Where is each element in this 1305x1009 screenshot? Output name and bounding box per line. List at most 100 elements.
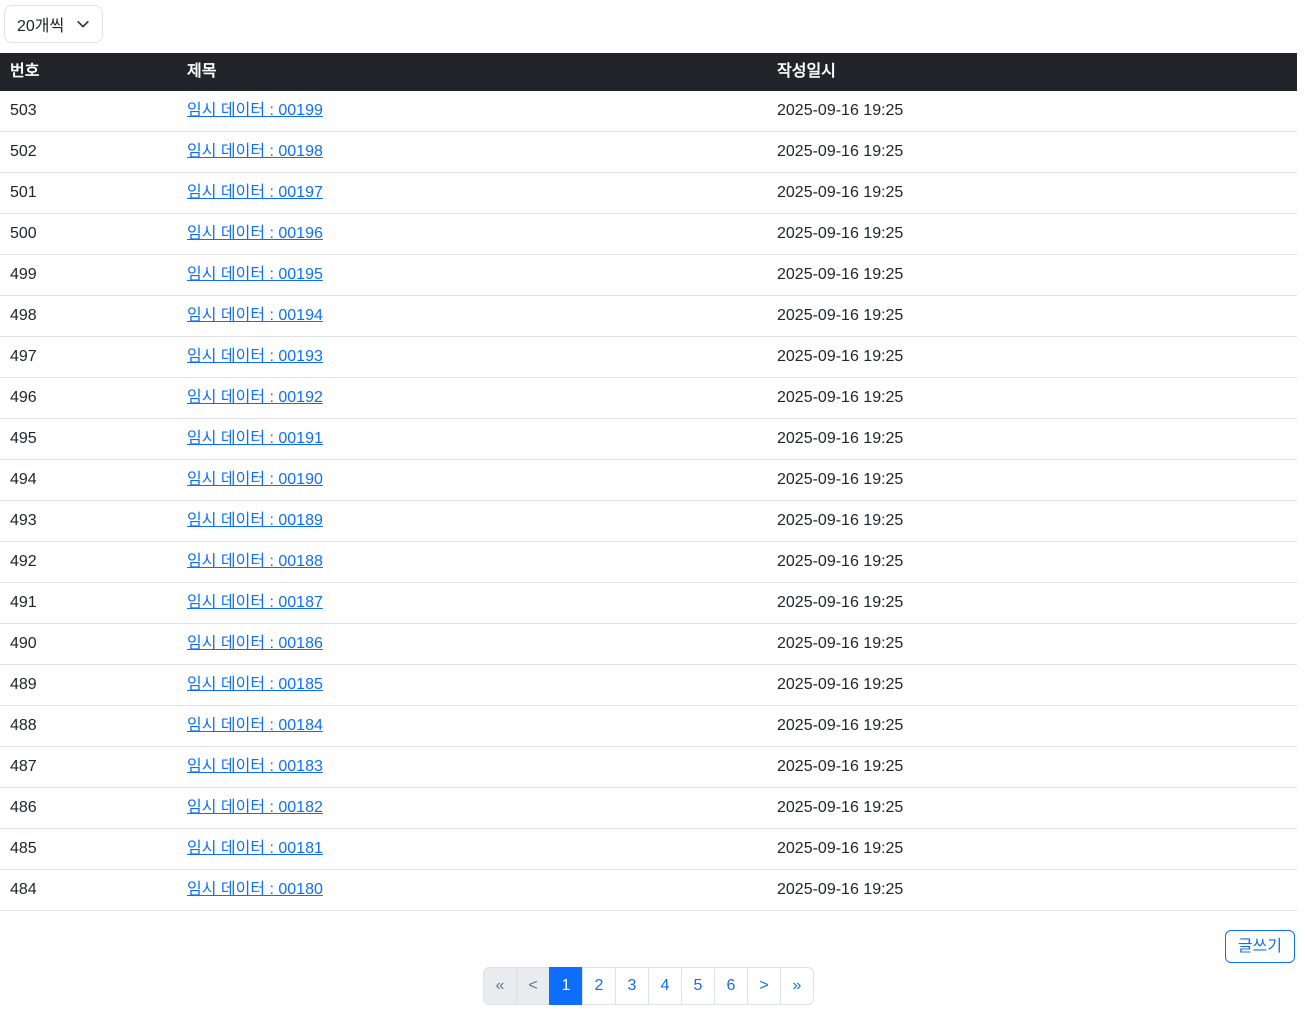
row-title-cell: 임시 데이터 : 00193 <box>177 336 767 378</box>
post-title-link[interactable]: 임시 데이터 : 00183 <box>187 758 323 775</box>
page-link[interactable]: 3 <box>615 967 649 1005</box>
page-link[interactable]: » <box>780 967 814 1005</box>
table-row: 484 임시 데이터 : 00180 2025-09-16 19:25 <box>0 869 1297 911</box>
page-item: 6 <box>714 967 748 1005</box>
post-title-link[interactable]: 임시 데이터 : 00199 <box>187 102 323 119</box>
table-row: 487 임시 데이터 : 00183 2025-09-16 19:25 <box>0 746 1297 788</box>
post-title-link[interactable]: 임시 데이터 : 00181 <box>187 840 323 857</box>
row-number: 501 <box>0 172 177 214</box>
row-number: 488 <box>0 705 177 747</box>
table-row: 495 임시 데이터 : 00191 2025-09-16 19:25 <box>0 418 1297 460</box>
row-created-at: 2025-09-16 19:25 <box>767 828 1297 870</box>
row-title-cell: 임시 데이터 : 00182 <box>177 787 767 829</box>
row-number: 491 <box>0 582 177 624</box>
post-title-link[interactable]: 임시 데이터 : 00182 <box>187 799 323 816</box>
page-item: 2 <box>582 967 616 1005</box>
row-created-at: 2025-09-16 19:25 <box>767 664 1297 706</box>
table-row: 491 임시 데이터 : 00187 2025-09-16 19:25 <box>0 582 1297 624</box>
post-title-link[interactable]: 임시 데이터 : 00185 <box>187 676 323 693</box>
table-row: 485 임시 데이터 : 00181 2025-09-16 19:25 <box>0 828 1297 870</box>
row-created-at: 2025-09-16 19:25 <box>767 254 1297 296</box>
pagination-list: « < 1 2 3 4 5 6 > » <box>483 967 814 1005</box>
board-page: 20개씩 번호 제목 작성일시 503 임시 데이터 : 00199 2025-… <box>0 0 1297 1009</box>
post-title-link[interactable]: 임시 데이터 : 00197 <box>187 184 323 201</box>
post-title-link[interactable]: 임시 데이터 : 00198 <box>187 143 323 160</box>
post-title-link[interactable]: 임시 데이터 : 00184 <box>187 717 323 734</box>
post-title-link[interactable]: 임시 데이터 : 00193 <box>187 348 323 365</box>
row-number: 502 <box>0 131 177 173</box>
table-row: 496 임시 데이터 : 00192 2025-09-16 19:25 <box>0 377 1297 419</box>
row-title-cell: 임시 데이터 : 00192 <box>177 377 767 419</box>
page-link[interactable]: > <box>747 967 781 1005</box>
table-row: 497 임시 데이터 : 00193 2025-09-16 19:25 <box>0 336 1297 378</box>
post-title-link[interactable]: 임시 데이터 : 00195 <box>187 266 323 283</box>
pagination: « < 1 2 3 4 5 6 > » <box>0 967 1297 1009</box>
page-item: < <box>516 967 550 1005</box>
page-link[interactable]: 5 <box>681 967 715 1005</box>
table-row: 490 임시 데이터 : 00186 2025-09-16 19:25 <box>0 623 1297 665</box>
row-created-at: 2025-09-16 19:25 <box>767 131 1297 173</box>
post-title-link[interactable]: 임시 데이터 : 00187 <box>187 594 323 611</box>
post-title-link[interactable]: 임시 데이터 : 00186 <box>187 635 323 652</box>
write-button[interactable]: 글쓰기 <box>1224 930 1295 963</box>
page-item: > <box>747 967 781 1005</box>
row-number: 493 <box>0 500 177 542</box>
row-title-cell: 임시 데이터 : 00185 <box>177 664 767 706</box>
row-number: 484 <box>0 869 177 911</box>
row-title-cell: 임시 데이터 : 00188 <box>177 541 767 583</box>
page-item: « <box>483 967 517 1005</box>
row-created-at: 2025-09-16 19:25 <box>767 623 1297 665</box>
row-created-at: 2025-09-16 19:25 <box>767 172 1297 214</box>
page-item: 3 <box>615 967 649 1005</box>
post-title-link[interactable]: 임시 데이터 : 00180 <box>187 881 323 898</box>
row-created-at: 2025-09-16 19:25 <box>767 582 1297 624</box>
row-created-at: 2025-09-16 19:25 <box>767 541 1297 583</box>
row-number: 489 <box>0 664 177 706</box>
page-item: » <box>780 967 814 1005</box>
table-row: 503 임시 데이터 : 00199 2025-09-16 19:25 <box>0 91 1297 132</box>
row-title-cell: 임시 데이터 : 00198 <box>177 131 767 173</box>
row-title-cell: 임시 데이터 : 00187 <box>177 582 767 624</box>
row-created-at: 2025-09-16 19:25 <box>767 869 1297 911</box>
row-number: 500 <box>0 213 177 255</box>
post-title-link[interactable]: 임시 데이터 : 00196 <box>187 225 323 242</box>
table-row: 492 임시 데이터 : 00188 2025-09-16 19:25 <box>0 541 1297 583</box>
board-table: 번호 제목 작성일시 503 임시 데이터 : 00199 2025-09-16… <box>0 53 1297 911</box>
row-created-at: 2025-09-16 19:25 <box>767 705 1297 747</box>
row-created-at: 2025-09-16 19:25 <box>767 500 1297 542</box>
post-title-link[interactable]: 임시 데이터 : 00190 <box>187 471 323 488</box>
page-item: 4 <box>648 967 682 1005</box>
board-table-head: 번호 제목 작성일시 <box>0 53 1297 91</box>
post-title-link[interactable]: 임시 데이터 : 00188 <box>187 553 323 570</box>
page-link[interactable]: 6 <box>714 967 748 1005</box>
table-row: 498 임시 데이터 : 00194 2025-09-16 19:25 <box>0 295 1297 337</box>
chevron-down-icon <box>76 17 90 31</box>
row-number: 490 <box>0 623 177 665</box>
table-header-row: 번호 제목 작성일시 <box>0 53 1297 91</box>
row-number: 495 <box>0 418 177 460</box>
page-size-select-value: 20개씩 <box>17 18 65 35</box>
page-link: < <box>516 967 550 1005</box>
row-number: 496 <box>0 377 177 419</box>
page-size-select[interactable]: 20개씩 <box>4 5 104 43</box>
row-title-cell: 임시 데이터 : 00186 <box>177 623 767 665</box>
page-link[interactable]: 1 <box>549 967 583 1005</box>
page-item: 5 <box>681 967 715 1005</box>
row-title-cell: 임시 데이터 : 00191 <box>177 418 767 460</box>
table-row: 501 임시 데이터 : 00197 2025-09-16 19:25 <box>0 172 1297 214</box>
actions-row: 글쓰기 <box>0 930 1297 963</box>
table-row: 500 임시 데이터 : 00196 2025-09-16 19:25 <box>0 213 1297 255</box>
post-title-link[interactable]: 임시 데이터 : 00194 <box>187 307 323 324</box>
page-link[interactable]: 2 <box>582 967 616 1005</box>
row-number: 497 <box>0 336 177 378</box>
row-title-cell: 임시 데이터 : 00189 <box>177 500 767 542</box>
row-number: 485 <box>0 828 177 870</box>
post-title-link[interactable]: 임시 데이터 : 00191 <box>187 430 323 447</box>
post-title-link[interactable]: 임시 데이터 : 00189 <box>187 512 323 529</box>
table-row: 493 임시 데이터 : 00189 2025-09-16 19:25 <box>0 500 1297 542</box>
post-title-link[interactable]: 임시 데이터 : 00192 <box>187 389 323 406</box>
page-link[interactable]: 4 <box>648 967 682 1005</box>
table-row: 489 임시 데이터 : 00185 2025-09-16 19:25 <box>0 664 1297 706</box>
row-title-cell: 임시 데이터 : 00180 <box>177 869 767 911</box>
table-row: 494 임시 데이터 : 00190 2025-09-16 19:25 <box>0 459 1297 501</box>
